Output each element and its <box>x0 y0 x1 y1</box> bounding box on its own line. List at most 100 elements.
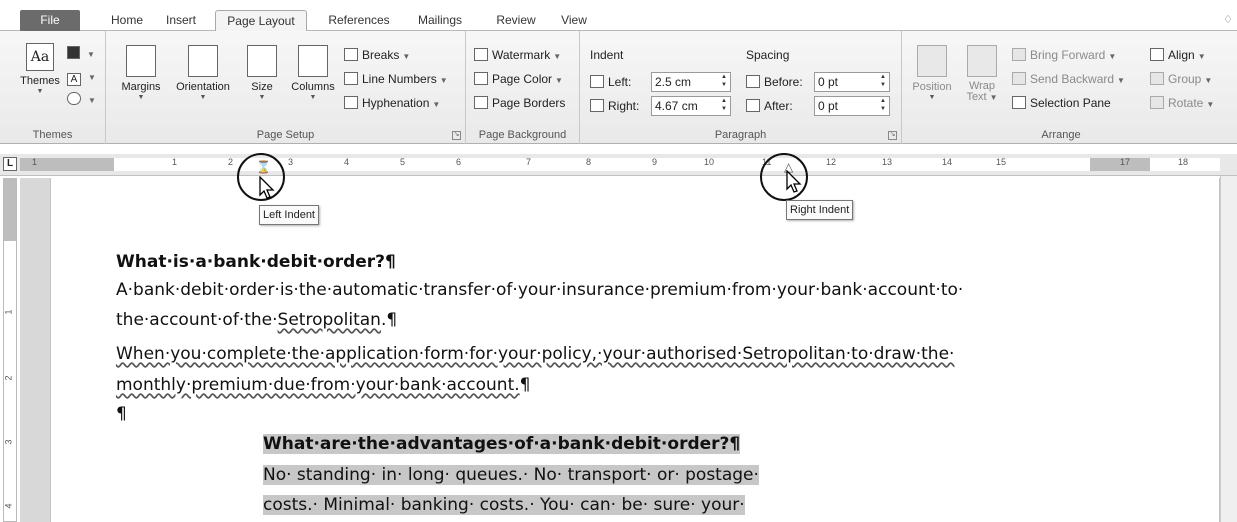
page-color-button[interactable]: Page Color ▼ <box>474 69 563 89</box>
paragraph-group-label: Paragraph <box>714 129 767 141</box>
themes-button[interactable]: Aa Themes ▼ <box>20 43 60 95</box>
page-background-group: Watermark ▼ Page Color ▼ Page Borders Page… <box>466 31 580 144</box>
right-indent-tooltip: Right Indent <box>786 200 854 220</box>
group-icon <box>1150 72 1164 85</box>
ruler-number: 17 <box>1120 157 1131 167</box>
bring-forward-button[interactable]: Bring Forward ▼ <box>1012 45 1116 65</box>
theme-colors-icon[interactable]: ▼ <box>67 43 97 66</box>
page-setup-launcher-icon[interactable]: ↘ <box>452 131 461 140</box>
ruler-number: 12 <box>826 157 837 167</box>
paragraph-launcher-icon[interactable]: ↘ <box>888 131 897 140</box>
line-numbers-icon <box>344 72 358 85</box>
margins-button[interactable]: Margins ▼ <box>114 45 168 101</box>
indent-right-input[interactable]: 4.67 cm ▲ ▼ <box>651 96 731 116</box>
line-numbers-button[interactable]: Line Numbers ▼ <box>344 69 448 89</box>
spacing-after-spinner: After: 0 pt ▲ ▼ <box>746 96 890 116</box>
ribbon-tab-bar: File Home Insert Page Layout References … <box>0 0 1237 32</box>
heading-bank-debit-order[interactable]: What·is·a·bank·debit·order?¶ <box>116 252 396 272</box>
tab-selector-icon[interactable]: L <box>3 157 17 171</box>
ruler-number: 13 <box>882 157 893 167</box>
ruler-number: 1 <box>32 157 38 167</box>
tab-home[interactable]: Home <box>102 10 152 31</box>
hyphenation-icon <box>344 96 358 109</box>
selection-pane-button[interactable]: Selection Pane <box>1012 93 1111 113</box>
spacing-heading: Spacing <box>746 48 790 62</box>
paragraph-line[interactable]: monthly·premium·due·from·your·bank·accou… <box>116 375 530 395</box>
watermark-button[interactable]: Watermark ▼ <box>474 45 561 65</box>
spacing-before-spin-icon[interactable]: ▲ ▼ <box>879 73 887 89</box>
page-borders-button[interactable]: Page Borders <box>474 93 565 113</box>
heading-advantages[interactable]: What·are·the·advantages·of·a·bank·debit·… <box>263 434 741 454</box>
mouse-pointer-icon <box>786 170 802 193</box>
size-button[interactable]: Size ▼ <box>244 45 280 101</box>
ruler-number: 7 <box>526 157 532 167</box>
indent-right-spin-icon[interactable]: ▲ ▼ <box>720 97 728 113</box>
spacing-before-input[interactable]: 0 pt ▲ ▼ <box>814 72 890 92</box>
selection-pane-icon <box>1012 96 1026 109</box>
paragraph-line[interactable]: When·you·complete·the·application·form·f… <box>116 344 954 364</box>
ruler-number: 4 <box>3 503 14 509</box>
columns-button[interactable]: Columns ▼ <box>286 45 340 101</box>
horizontal-ruler[interactable]: L 1 1 2 3 4 5 6 7 8 9 10 11 12 13 14 15 … <box>0 154 1237 176</box>
ruler-number: 3 <box>288 157 294 167</box>
page-borders-icon <box>474 96 488 109</box>
help-icon[interactable]: ♢ <box>1223 13 1233 26</box>
send-backward-icon <box>1012 72 1026 85</box>
paragraph-line[interactable]: the·account·of·the·Setropolitan.¶ <box>116 310 397 330</box>
indent-left-spin-icon[interactable]: ▲ ▼ <box>720 73 728 89</box>
margins-icon <box>126 45 156 77</box>
theme-effects-icon[interactable]: ▼ <box>67 89 97 112</box>
indent-heading: Indent <box>590 48 624 62</box>
ruler-number: 14 <box>942 157 953 167</box>
position-icon <box>917 45 947 77</box>
orientation-icon <box>188 45 218 77</box>
rotate-button[interactable]: Rotate ▼ <box>1150 93 1214 113</box>
ruler-number: 1 <box>3 309 14 315</box>
tab-references[interactable]: References <box>318 10 400 31</box>
align-button[interactable]: Align ▼ <box>1150 45 1206 65</box>
align-icon <box>1150 48 1164 61</box>
theme-fonts-icon[interactable]: A ▼ <box>67 66 97 89</box>
ruler-number: 3 <box>3 439 14 445</box>
tab-insert[interactable]: Insert <box>156 10 206 31</box>
tab-page-layout[interactable]: Page Layout <box>215 10 307 32</box>
paragraph-line[interactable]: costs.· Minimal· banking· costs.· You· c… <box>263 495 745 515</box>
ruler-number: 6 <box>456 157 462 167</box>
ruler-track[interactable]: 1 1 2 3 4 5 6 7 8 9 10 11 12 13 14 15 17… <box>20 157 1220 174</box>
watermark-icon <box>474 48 488 61</box>
tab-mailings[interactable]: Mailings <box>404 10 476 31</box>
breaks-button[interactable]: Breaks ▼ <box>344 45 410 65</box>
tab-review[interactable]: Review <box>486 10 546 31</box>
spacing-after-spin-icon[interactable]: ▲ ▼ <box>879 97 887 113</box>
wrap-text-button[interactable]: Wrap Text ▼ <box>962 45 1002 103</box>
ruler-number: 4 <box>344 157 350 167</box>
hyphenation-button[interactable]: Hyphenation ▼ <box>344 93 440 113</box>
paragraph-group: Indent Left: 2.5 cm ▲ ▼ Right: 4.67 cm ▲ ▼… <box>580 31 902 144</box>
page-background-group-label: Page Background <box>478 129 567 141</box>
mouse-pointer-icon <box>259 176 275 199</box>
send-backward-button[interactable]: Send Backward ▼ <box>1012 69 1125 89</box>
wrap-text-icon <box>967 45 997 77</box>
group-button[interactable]: Group ▼ <box>1150 69 1212 89</box>
ruler-number: 8 <box>586 157 592 167</box>
ruler-number: 10 <box>704 157 715 167</box>
spacing-after-input[interactable]: 0 pt ▲ ▼ <box>814 96 890 116</box>
tab-view[interactable]: View <box>552 10 596 31</box>
ruler-number: 18 <box>1178 157 1189 167</box>
size-icon <box>247 45 277 77</box>
indent-left-spinner: Left: 2.5 cm ▲ ▼ <box>590 72 732 92</box>
indent-right-icon <box>590 99 604 112</box>
spacing-before-icon <box>746 75 760 88</box>
vertical-scrollbar[interactable] <box>1220 176 1237 522</box>
paragraph-line[interactable]: A·bank·debit·order·is·the·automatic·tran… <box>116 280 963 300</box>
position-button[interactable]: Position ▼ <box>908 45 956 101</box>
vertical-ruler[interactable]: 1 2 3 4 <box>3 178 17 522</box>
ribbon: Aa Themes ▼ ▼ A ▼ ▼ Themes Margins ▼ Orie… <box>0 31 1237 144</box>
paragraph-line[interactable]: No· standing· in· long· queues.· No· tra… <box>263 465 759 485</box>
orientation-button[interactable]: Orientation ▼ <box>168 45 238 101</box>
indent-left-input[interactable]: 2.5 cm ▲ ▼ <box>651 72 731 92</box>
tab-file[interactable]: File <box>20 10 80 31</box>
empty-paragraph[interactable]: ¶ <box>116 404 127 424</box>
themes-group-label: Themes <box>32 129 73 141</box>
page-setup-group: Margins ▼ Orientation ▼ Size ▼ Columns ▼… <box>106 31 466 144</box>
